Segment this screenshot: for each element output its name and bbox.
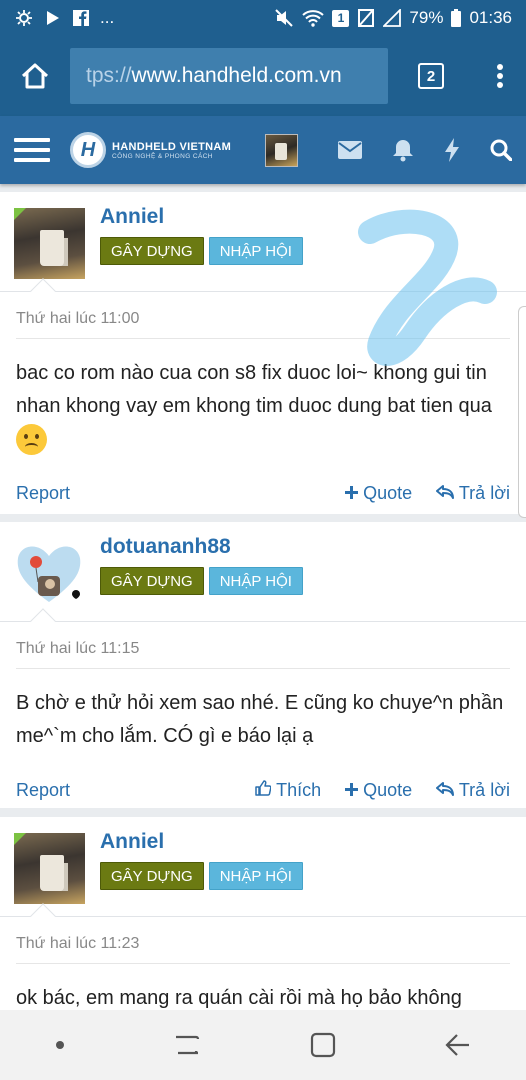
like-button[interactable]: Thích (255, 780, 321, 801)
logo-tagline: CÔNG NGHỆ & PHONG CÁCH (112, 152, 213, 160)
post-header: Anniel GÂY DỰNG NHẬP HỘI (0, 192, 526, 304)
mute-icon (275, 9, 294, 27)
hamburger-icon[interactable] (14, 138, 50, 162)
post-header: dotuananh88 GÂY DỰNG NHẬP HỘI (0, 522, 526, 634)
tabs-icon: 2 (418, 63, 444, 89)
download-icon (47, 11, 59, 25)
browser-toolbar: tps://www.handheld.com.vn 2 (0, 36, 526, 116)
overflow-menu-icon (497, 64, 503, 88)
post-body: Thứ hai lúc 11:23 ok bác, em mang ra quá… (0, 917, 526, 1017)
post-message-text: bac co rom nào cua con s8 fix duoc loi~ … (16, 362, 492, 417)
mail-icon[interactable] (338, 141, 362, 159)
search-icon[interactable] (490, 139, 512, 161)
avatar[interactable] (14, 833, 85, 904)
user-avatar[interactable] (265, 133, 299, 167)
badge-nhap-hoi: NHẬP HỘI (208, 567, 303, 595)
username[interactable]: dotuananh88 (100, 535, 231, 559)
overflow-menu-button[interactable] (474, 36, 526, 116)
reply-button[interactable]: Trả lời (436, 780, 510, 801)
clock: 01:36 (469, 8, 512, 27)
home-nav-icon[interactable] (310, 1032, 336, 1058)
site-logo[interactable]: H HANDHELD VIETNAM CÔNG NGHỆ & PHONG CÁC… (70, 132, 231, 168)
post-actions: Report Thích Quote Trả lời (16, 753, 510, 809)
report-link[interactable]: Report (16, 780, 70, 801)
plus-icon (345, 782, 359, 796)
home-icon (21, 63, 49, 89)
reply-label: Trả lời (458, 779, 510, 800)
lightning-icon[interactable] (444, 138, 460, 162)
post-message: ok bác, em mang ra quán cài rồi mà họ bả… (16, 987, 462, 1009)
avatar[interactable] (14, 208, 85, 279)
post-message: B chờ e thử hỏi xem sao nhé. E cũng ko c… (16, 692, 504, 747)
recents-icon[interactable] (174, 1033, 200, 1057)
logo-name: HANDHELD VIETNAM (112, 140, 232, 153)
more-notifications: ... (100, 8, 115, 27)
site-navbar: H HANDHELD VIETNAM CÔNG NGHỆ & PHONG CÁC… (0, 116, 526, 184)
quote-label: Quote (363, 482, 413, 503)
status-bar: ... 1 79% 01:36 (0, 0, 526, 36)
post-time[interactable]: Thứ hai lúc 11:00 (16, 292, 510, 339)
post-message: bac co rom nào cua con s8 fix duoc loi~ … (16, 339, 510, 456)
wifi-icon (302, 10, 325, 27)
username[interactable]: Anniel (100, 205, 164, 229)
post-1: Anniel GÂY DỰNG NHẬP HỘI Thứ hai lúc 11:… (0, 192, 526, 514)
system-navbar (0, 1010, 526, 1080)
facebook-icon (73, 10, 89, 26)
home-button[interactable] (0, 36, 70, 116)
post-body: Thứ hai lúc 11:15 B chờ e thử hỏi xem sa… (0, 622, 526, 808)
badge-nhap-hoi: NHẬP HỘI (208, 862, 303, 890)
post-header: Anniel GÂY DỰNG NHẬP HỘI (0, 817, 526, 929)
report-link[interactable]: Report (16, 483, 70, 504)
frown-emoji-icon (16, 424, 47, 456)
heart-avatar-image (17, 546, 81, 602)
reply-label: Trả lời (458, 482, 510, 503)
badge-nhap-hoi: NHẬP HỘI (208, 237, 303, 265)
plus-icon (345, 485, 359, 499)
thumbs-up-icon (255, 779, 272, 796)
url-field[interactable]: tps://www.handheld.com.vn (70, 48, 388, 104)
badge-gay-dung: GÂY DỰNG (100, 862, 204, 890)
post-3: Anniel GÂY DỰNG NHẬP HỘI Thứ hai lúc 11:… (0, 817, 526, 1017)
battery-percent: 79% (409, 8, 444, 27)
quote-button[interactable]: Quote (345, 780, 412, 801)
back-icon[interactable] (445, 1033, 471, 1057)
quote-button[interactable]: Quote (345, 483, 412, 504)
no-sim-icon (358, 9, 375, 27)
post-body: Thứ hai lúc 11:00 bac co rom nào cua con… (0, 292, 526, 514)
badge-gay-dung: GÂY DỰNG (100, 567, 204, 595)
logo-mark: H (70, 132, 106, 168)
tabs-button[interactable]: 2 (388, 36, 474, 116)
reply-button[interactable]: Trả lời (436, 483, 510, 504)
post-time[interactable]: Thứ hai lúc 11:23 (16, 917, 510, 964)
badge-gay-dung: GÂY DỰNG (100, 237, 204, 265)
battery-icon (451, 9, 462, 27)
sim-icon: 1 (332, 9, 350, 27)
post-time[interactable]: Thứ hai lúc 11:15 (16, 622, 510, 669)
scroll-handle[interactable] (518, 306, 526, 518)
avatar[interactable] (14, 538, 85, 609)
post-actions: Report Quote Trả lời (16, 456, 510, 512)
post-2: dotuananh88 GÂY DỰNG NHẬP HỘI Thứ hai lú… (0, 522, 526, 808)
username[interactable]: Anniel (100, 830, 164, 854)
quote-label: Quote (363, 779, 413, 800)
url-scheme: tps:// (86, 64, 132, 87)
url-host: www.handheld.com.vn (131, 64, 342, 87)
signal-icon (383, 9, 402, 27)
like-label: Thích (276, 779, 322, 800)
dot-icon[interactable] (55, 1040, 65, 1050)
bell-icon[interactable] (392, 138, 414, 162)
reply-icon (436, 484, 455, 499)
reply-icon (436, 781, 455, 796)
notification-icon (16, 10, 32, 26)
